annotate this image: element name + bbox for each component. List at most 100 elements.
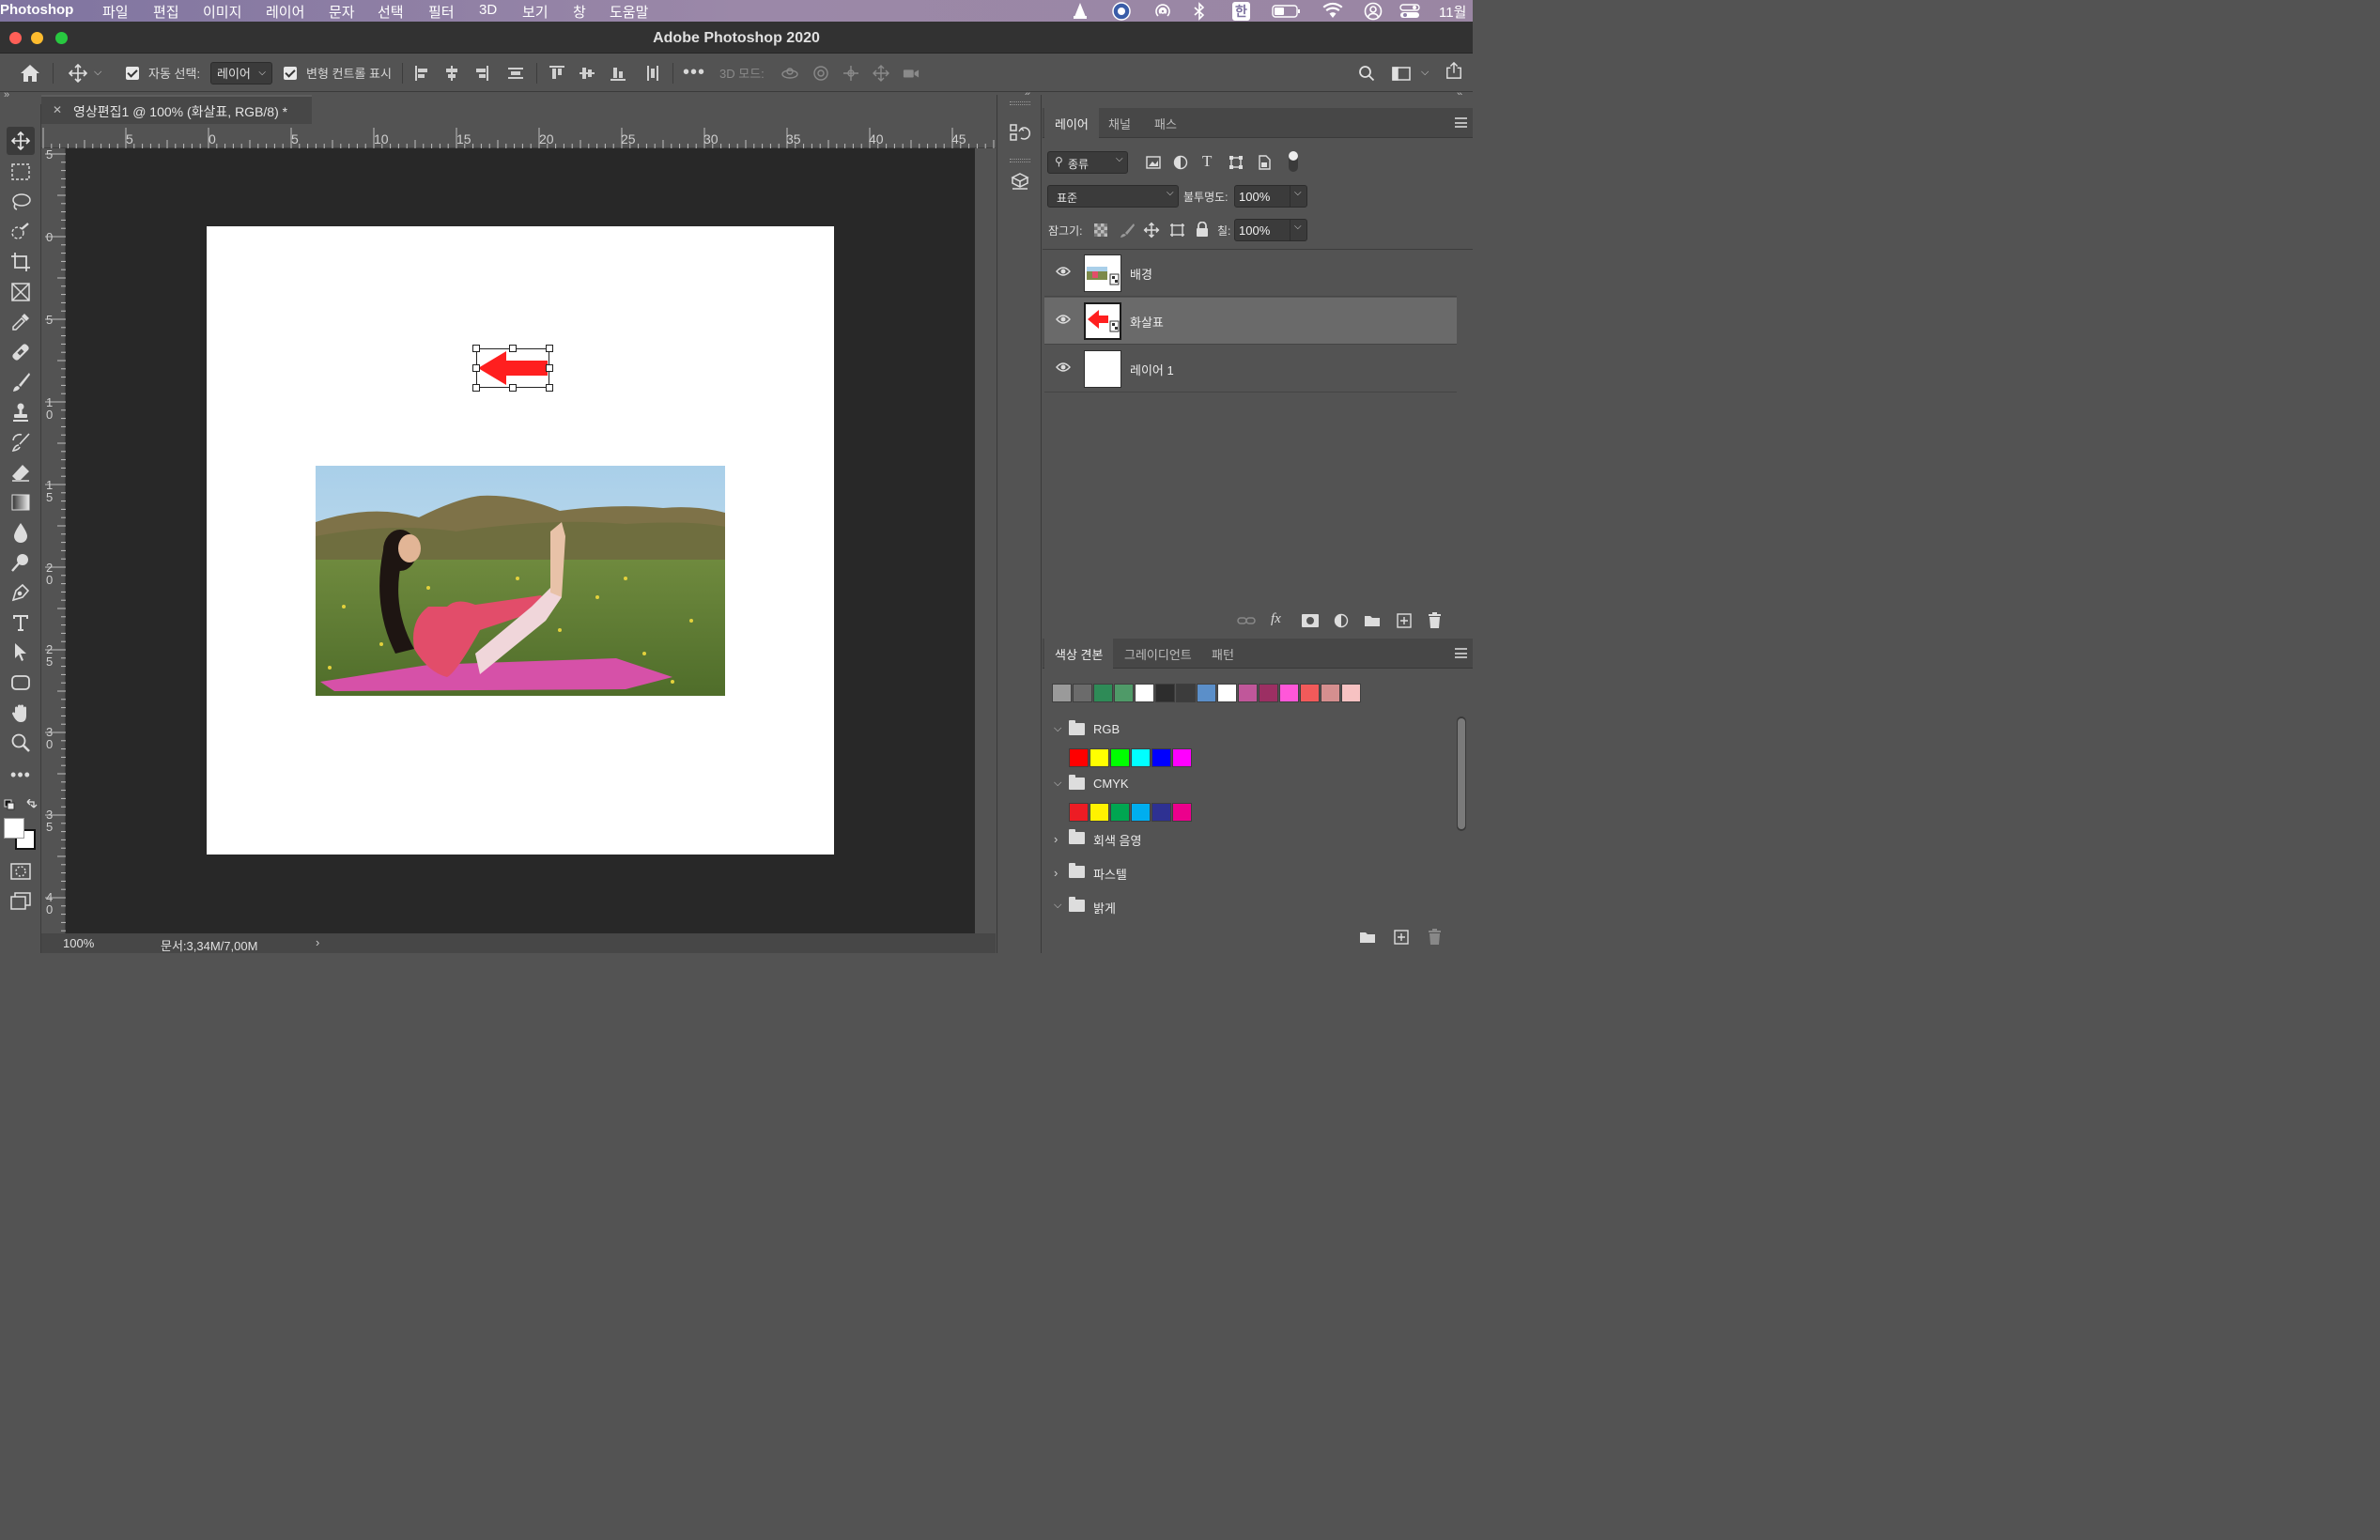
auto-select-checkbox[interactable] [126, 54, 139, 92]
distribute-vertical-icon[interactable] [507, 65, 524, 82]
auto-select-dropdown[interactable]: 레이어 ⌵ [210, 61, 272, 85]
filter-adjustment-icon[interactable] [1173, 155, 1188, 170]
quick-mask-icon[interactable] [7, 857, 35, 886]
background-photo-layer[interactable] [316, 466, 725, 696]
menu-layer[interactable]: 레이어 [266, 2, 304, 22]
swatches-scrollbar[interactable] [1457, 716, 1466, 831]
transform-handle[interactable] [546, 384, 553, 392]
color-swatch[interactable] [1093, 684, 1113, 702]
horizontal-ruler[interactable]: 5 0 5 10 15 20 25 30 35 40 45 [41, 124, 996, 148]
align-vertical-center-icon[interactable] [579, 65, 595, 82]
transform-handle[interactable] [472, 384, 480, 392]
color-swatches-fg-bg[interactable] [4, 818, 36, 850]
move-tool-preset-icon[interactable]: ⌵ [68, 54, 101, 92]
tab-swatches[interactable]: 색상 견본 [1044, 639, 1114, 669]
3d-camera-icon[interactable] [903, 65, 920, 82]
workspace-icon[interactable] [1392, 65, 1411, 82]
align-top-icon[interactable] [549, 65, 565, 82]
frame-tool-icon[interactable] [7, 278, 35, 306]
more-options-icon[interactable]: ••• [683, 54, 705, 92]
color-swatch[interactable] [1114, 684, 1134, 702]
lock-artboard-icon[interactable] [1169, 223, 1185, 238]
align-bottom-icon[interactable] [610, 65, 626, 82]
align-horizontal-center-icon[interactable] [443, 65, 460, 82]
status-menu-arrow-icon[interactable]: › [316, 935, 319, 949]
color-swatch[interactable] [1069, 803, 1089, 822]
opacity-field[interactable]: 100% ⌵ [1234, 185, 1307, 208]
link-layers-icon[interactable] [1237, 614, 1256, 627]
zoom-level[interactable]: 100% [63, 936, 94, 950]
swap-colors-icon[interactable] [4, 798, 38, 818]
blend-mode-dropdown[interactable]: 표준 ⌵ [1047, 185, 1179, 208]
color-swatch[interactable] [1069, 748, 1089, 767]
eyedropper-tool-icon[interactable] [7, 308, 35, 336]
tab-layers[interactable]: 레이어 [1044, 108, 1099, 138]
3d-orbit-icon[interactable] [781, 65, 798, 82]
document-tab[interactable]: ✕ 영상편집1 @ 100% (화살표, RGB/8) * [41, 95, 312, 124]
panel-menu-icon[interactable] [1455, 648, 1467, 658]
tab-patterns[interactable]: 패턴 [1201, 639, 1244, 669]
new-swatch-group-icon[interactable] [1359, 931, 1376, 944]
home-icon[interactable] [20, 54, 40, 92]
panel-menu-icon[interactable] [1455, 117, 1467, 128]
filter-toggle[interactable] [1289, 151, 1298, 172]
swatch-group[interactable]: ⌵ RGB [1044, 714, 1456, 746]
delete-layer-icon[interactable] [1428, 612, 1442, 628]
hand-tool-icon[interactable] [7, 699, 35, 727]
lock-image-pixels-icon[interactable] [1120, 223, 1135, 238]
expand-toolbar-icon[interactable]: » [4, 89, 9, 100]
color-swatch[interactable] [1110, 748, 1130, 767]
dock-grip[interactable] [1010, 101, 1030, 105]
color-swatch[interactable] [1259, 684, 1278, 702]
color-swatch[interactable] [1172, 803, 1192, 822]
color-swatch[interactable] [1176, 684, 1196, 702]
close-tab-icon[interactable]: ✕ [53, 103, 62, 116]
marquee-tool-icon[interactable] [7, 158, 35, 186]
tab-gradients[interactable]: 그레이디언트 [1114, 639, 1202, 669]
transform-handle[interactable] [546, 364, 553, 372]
chevron-down-icon[interactable]: ⌵ [1421, 54, 1429, 92]
swatch-group[interactable]: › 파스텔 [1044, 856, 1456, 888]
lock-transparent-icon[interactable] [1094, 223, 1107, 237]
arrow-layer[interactable] [472, 345, 553, 392]
transform-handle[interactable] [509, 345, 517, 352]
quick-selection-tool-icon[interactable] [7, 218, 35, 246]
menu-image[interactable]: 이미지 [203, 2, 241, 22]
align-right-icon[interactable] [472, 65, 489, 82]
tab-paths[interactable]: 패스 [1144, 108, 1187, 138]
menubar-clock[interactable]: 11월 [1439, 2, 1466, 22]
color-swatch[interactable] [1135, 684, 1154, 702]
transform-handle[interactable] [546, 345, 553, 352]
color-swatch[interactable] [1151, 803, 1171, 822]
3d-slide-icon[interactable] [873, 65, 889, 82]
visibility-eye-icon[interactable] [1056, 314, 1071, 325]
swatch-group[interactable]: › 회색 음영 [1044, 823, 1456, 855]
layer-filter-dropdown[interactable]: ⚲ 종류 ⌵ [1047, 151, 1128, 174]
rectangle-tool-icon[interactable] [7, 669, 35, 697]
path-selection-tool-icon[interactable] [7, 639, 35, 667]
color-swatch[interactable] [1155, 684, 1175, 702]
share-icon[interactable] [1445, 62, 1463, 79]
brush-tool-icon[interactable] [7, 368, 35, 396]
color-swatch[interactable] [1321, 684, 1340, 702]
gradient-tool-icon[interactable] [7, 488, 35, 516]
visibility-eye-icon[interactable] [1056, 266, 1071, 277]
edit-toolbar-icon[interactable]: ••• [7, 761, 35, 789]
color-swatch[interactable] [1073, 684, 1092, 702]
menu-select[interactable]: 선택 [378, 2, 404, 22]
menu-file[interactable]: 파일 [102, 2, 129, 22]
menu-window[interactable]: 창 [573, 2, 586, 22]
color-swatch[interactable] [1238, 684, 1258, 702]
new-adjustment-layer-icon[interactable] [1334, 613, 1349, 628]
swatch-group[interactable]: ⌵ 밝게 [1044, 890, 1456, 922]
crop-tool-icon[interactable] [7, 248, 35, 276]
transform-handle[interactable] [509, 384, 517, 392]
menu-view[interactable]: 보기 [522, 2, 549, 22]
clone-stamp-tool-icon[interactable] [7, 398, 35, 426]
wifi-icon[interactable] [1322, 2, 1343, 23]
filter-pixel-icon[interactable] [1146, 155, 1161, 170]
blur-tool-icon[interactable] [7, 518, 35, 547]
align-left-icon[interactable] [414, 65, 431, 82]
color-swatch[interactable] [1131, 803, 1151, 822]
menu-help[interactable]: 도움말 [610, 2, 648, 22]
